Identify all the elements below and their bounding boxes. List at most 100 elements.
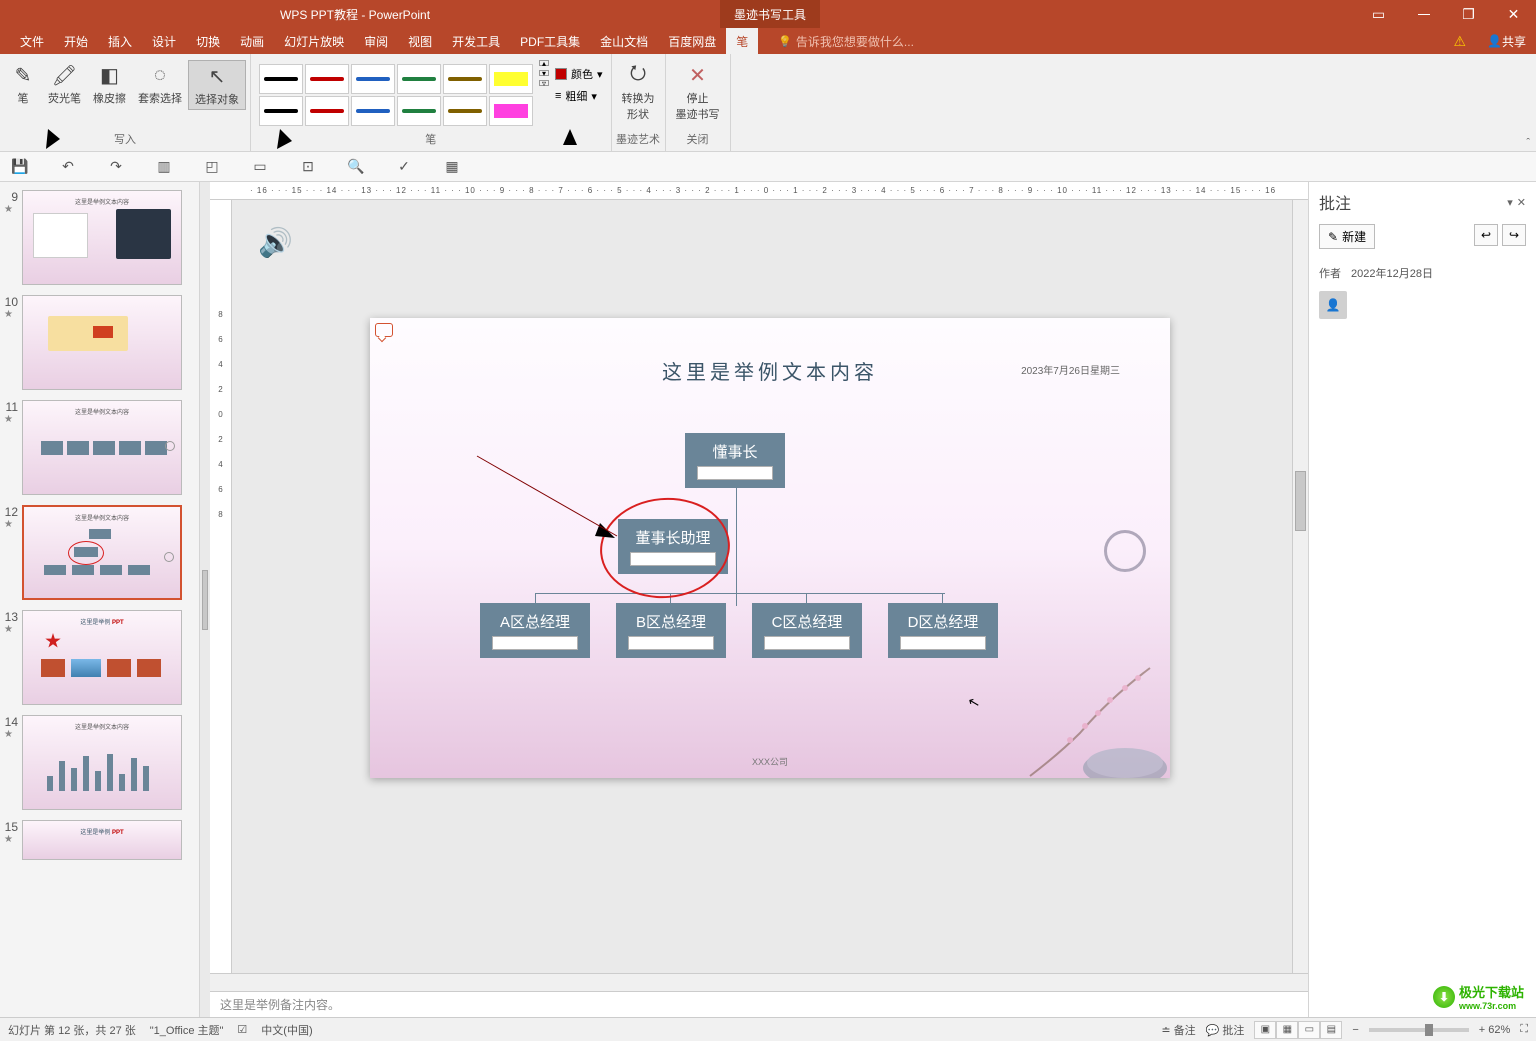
status-comments-button[interactable]: 💬 批注 (1206, 1022, 1245, 1038)
slide-number: 11 (4, 400, 22, 414)
gallery-scroll-down[interactable]: ▾ (539, 70, 549, 76)
menu-view[interactable]: 视图 (398, 28, 442, 54)
convert-to-shape-button[interactable]: ⭮转换为 形状 (616, 60, 661, 124)
horizontal-ruler: · 16 · · · 15 · · · 14 · · · 13 · · · 12… (210, 182, 1308, 200)
slide-canvas[interactable]: 这里是举例文本内容 2023年7月26日星期三 XXX公司 懂事长 董事长助理 … (370, 318, 1170, 778)
ink-annotation-circle[interactable] (596, 493, 734, 604)
gallery-scroll-up[interactable]: ▴ (539, 60, 549, 66)
pen-style-2[interactable] (351, 64, 395, 94)
slide-thumb-10[interactable] (22, 295, 182, 390)
menu-kingsoft-docs[interactable]: 金山文档 (590, 28, 658, 54)
lasso-select-button[interactable]: ◌套索选择 (132, 60, 188, 108)
slide-thumb-9[interactable]: 这里是举例文本内容 (22, 190, 182, 285)
slide-thumb-13[interactable]: 这里是举例 PPT (22, 610, 182, 705)
zoom-level[interactable]: + 62% (1479, 1024, 1511, 1036)
highlighter-style-1[interactable] (489, 96, 533, 126)
qat-btn-9[interactable]: ✓ (394, 157, 414, 177)
collapse-ribbon-button[interactable]: ˆ (1526, 137, 1530, 149)
share-button[interactable]: 👤 共享 (1487, 33, 1526, 50)
save-button[interactable]: 💾 (10, 157, 30, 177)
menu-home[interactable]: 开始 (54, 28, 98, 54)
comments-dropdown-icon[interactable]: ▾ (1507, 196, 1513, 209)
menu-review[interactable]: 审阅 (354, 28, 398, 54)
menu-pdf-tools[interactable]: PDF工具集 (510, 28, 590, 54)
menu-pen[interactable]: 笔 (726, 28, 758, 54)
view-normal-button[interactable]: ▣ (1254, 1021, 1276, 1039)
qat-btn-8[interactable]: 🔍 (346, 157, 366, 177)
pen-style-8[interactable] (397, 96, 441, 126)
select-objects-button[interactable]: ↖选择对象 (188, 60, 246, 110)
pen-style-9[interactable] (443, 96, 487, 126)
comment-date: 2022年12月28日 (1351, 265, 1433, 281)
pen-style-4[interactable] (443, 64, 487, 94)
qat-btn-10[interactable]: ▦ (442, 157, 462, 177)
close-button[interactable]: ✕ (1491, 0, 1536, 28)
pen-style-1[interactable] (305, 64, 349, 94)
pen-button[interactable]: ✎笔 (4, 60, 42, 108)
org-node-chairman[interactable]: 懂事长 (685, 433, 785, 488)
qat-btn-6[interactable]: ▭ (250, 157, 270, 177)
view-reading-button[interactable]: ▭ (1298, 1021, 1320, 1039)
comments-close-icon[interactable]: ✕ (1517, 196, 1526, 209)
menu-insert[interactable]: 插入 (98, 28, 142, 54)
slide-thumb-15[interactable]: 这里是举例 PPT (22, 820, 182, 860)
comment-indicator-icon[interactable] (375, 323, 393, 337)
pen-style-0[interactable] (259, 64, 303, 94)
qat-btn-5[interactable]: ◰ (202, 157, 222, 177)
status-language[interactable]: 中文(中国) (261, 1022, 312, 1038)
menu-design[interactable]: 设计 (142, 28, 186, 54)
org-node-gm-c[interactable]: C区总经理 (752, 603, 862, 658)
stop-inking-button[interactable]: ✕停止 墨迹书写 (670, 60, 726, 124)
menu-baidu-netdisk[interactable]: 百度网盘 (658, 28, 726, 54)
qat-btn-7[interactable]: ⊡ (298, 157, 318, 177)
tell-me-input[interactable]: 告诉我您想要做什么... (778, 33, 914, 50)
menu-transitions[interactable]: 切换 (186, 28, 230, 54)
prev-comment-button[interactable]: ↩ (1474, 224, 1498, 246)
undo-button[interactable]: ↶ (58, 157, 78, 177)
slide-panel[interactable]: 9★ 这里是举例文本内容 10★ 11★ 这里是举例文本内容 (0, 182, 200, 1017)
pen-style-3[interactable] (397, 64, 441, 94)
pen-style-7[interactable] (351, 96, 395, 126)
org-node-gm-b[interactable]: B区总经理 (616, 603, 726, 658)
next-comment-button[interactable]: ↪ (1502, 224, 1526, 246)
vertical-scrollbar[interactable] (1292, 200, 1308, 973)
close-icon: ✕ (685, 62, 711, 88)
status-spellcheck-icon[interactable]: ☑ (237, 1023, 247, 1036)
qat-btn-4[interactable]: ▥ (154, 157, 174, 177)
panel-splitter[interactable] (200, 182, 210, 1017)
notes-pane[interactable]: 这里是举例备注内容。 (210, 991, 1308, 1017)
pen-thickness-dropdown[interactable]: ≡粗细 ▾ (555, 88, 603, 104)
new-comment-button[interactable]: ✎ 新建 (1319, 224, 1375, 249)
menu-file[interactable]: 文件 (10, 28, 54, 54)
pen-color-dropdown[interactable]: 颜色 ▾ (555, 66, 603, 82)
warning-icon[interactable]: ⚠ (1453, 33, 1466, 50)
zoom-out-button[interactable]: − (1352, 1024, 1358, 1036)
view-slideshow-button[interactable]: ▤ (1320, 1021, 1342, 1039)
slide-thumb-12[interactable]: 这里是举例文本内容 (22, 505, 182, 600)
view-sorter-button[interactable]: ▦ (1276, 1021, 1298, 1039)
pen-style-6[interactable] (305, 96, 349, 126)
highlighter-style-0[interactable] (489, 64, 533, 94)
menu-slideshow[interactable]: 幻灯片放映 (274, 28, 354, 54)
status-notes-button[interactable]: ≐ 备注 (1161, 1022, 1195, 1038)
slide-thumb-11[interactable]: 这里是举例文本内容 (22, 400, 182, 495)
minimize-button[interactable] (1401, 0, 1446, 28)
slide-thumb-14[interactable]: 这里是举例文本内容 (22, 715, 182, 810)
restore-button[interactable]: ❐ (1446, 0, 1491, 28)
horizontal-scrollbar[interactable] (210, 973, 1308, 991)
zoom-slider[interactable] (1369, 1028, 1469, 1032)
pen-style-5[interactable] (259, 96, 303, 126)
org-node-gm-d[interactable]: D区总经理 (888, 603, 998, 658)
eraser-button[interactable]: ◧橡皮擦 (87, 60, 132, 108)
context-tab-ink-tools[interactable]: 墨迹书写工具 (720, 0, 820, 28)
menu-animations[interactable]: 动画 (230, 28, 274, 54)
redo-button[interactable]: ↷ (106, 157, 126, 177)
ribbon-display-options-icon[interactable]: ▭ (1356, 0, 1401, 28)
canvas-area[interactable]: 🔊 这里是举例文本内容 2023年7月26日星期三 XXX公司 懂事长 董事长助… (232, 200, 1308, 973)
highlighter-button[interactable]: 🖍荧光笔 (42, 60, 87, 108)
gallery-more[interactable]: ▿ (539, 80, 549, 86)
org-node-gm-a[interactable]: A区总经理 (480, 603, 590, 658)
fit-to-window-button[interactable]: ⛶ (1520, 1023, 1528, 1036)
ribbon-group-write-label: 写入 (114, 131, 136, 149)
menu-developer[interactable]: 开发工具 (442, 28, 510, 54)
